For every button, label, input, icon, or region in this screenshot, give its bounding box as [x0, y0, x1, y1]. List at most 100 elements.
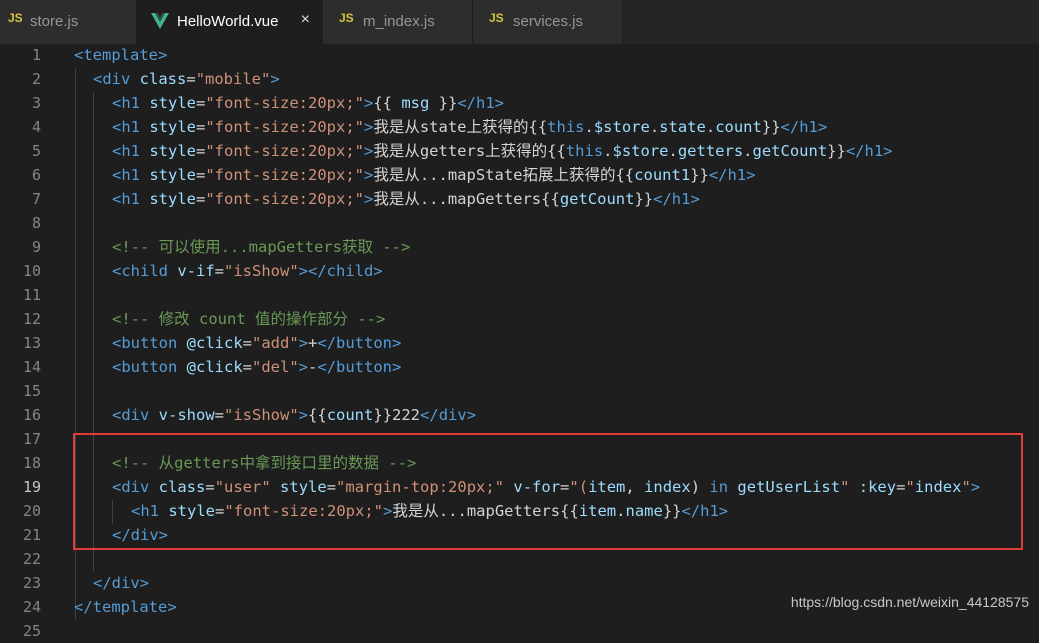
code-token: $store: [593, 118, 650, 136]
code-text: <h1 style="font-size:20px;">我是从getters上获…: [112, 139, 893, 163]
code-token: "isShow": [224, 262, 299, 280]
code-token: }}222: [373, 406, 421, 424]
code-token: "font-size:20px;": [205, 166, 364, 184]
line-number: 2: [31, 70, 41, 88]
code-line[interactable]: 16 <div v-show="isShow">{{count}}222</div…: [0, 403, 1039, 427]
code-token: count: [326, 406, 374, 424]
code-token: </h1>: [457, 94, 504, 112]
code-token: <h1: [112, 190, 150, 208]
code-token: =: [214, 262, 224, 280]
line-number: 3: [31, 94, 41, 112]
code-token: style: [149, 94, 196, 112]
line-number: 4: [31, 118, 41, 136]
code-token: .: [649, 118, 660, 136]
code-token: =: [196, 142, 206, 160]
code-line[interactable]: 15: [0, 379, 1039, 403]
code-token: }}: [690, 166, 709, 184]
line-number: 12: [22, 310, 41, 328]
code-text: </div>: [93, 571, 149, 595]
code-token: >: [298, 358, 309, 376]
code-token: class: [139, 70, 187, 88]
line-number: 20: [22, 502, 41, 520]
code-text: <h1 style="font-size:20px;">我是从state上获得的…: [112, 115, 827, 139]
code-line[interactable]: 14 <button @click="del">-</button>: [0, 355, 1039, 379]
code-token: .: [743, 142, 753, 160]
code-token: +: [308, 334, 318, 352]
code-line[interactable]: 10 <child v-if="isShow"></child>: [0, 259, 1039, 283]
tab-bar: JS store.js HelloWorld.vue × JS m_index.…: [0, 0, 1039, 44]
code-line[interactable]: 13 <button @click="add">+</button>: [0, 331, 1039, 355]
line-number: 8: [31, 214, 41, 232]
code-token: </button>: [317, 358, 402, 376]
code-token: =: [214, 406, 225, 424]
tab-m-index-js[interactable]: JS m_index.js: [323, 0, 473, 44]
code-token: >: [298, 334, 309, 352]
tab-label: services.js: [513, 13, 584, 30]
code-token: >: [298, 406, 309, 424]
line-number: 7: [31, 190, 41, 208]
code-token: <template>: [74, 46, 168, 64]
code-line[interactable]: 1 <template>: [0, 43, 1039, 67]
code-token: 我是从state上获得的{{: [373, 118, 548, 136]
code-token: </h1>: [653, 190, 700, 208]
code-line[interactable]: 7 <h1 style="font-size:20px;">我是从...mapGe…: [0, 187, 1039, 211]
tab-store-js[interactable]: JS store.js: [0, 0, 137, 44]
code-line[interactable]: 22: [0, 547, 1039, 571]
code-token: style: [149, 118, 196, 136]
code-token: getCount: [752, 142, 828, 160]
code-token: </button>: [317, 334, 402, 352]
tab-services-js[interactable]: JS services.js: [473, 0, 623, 44]
code-token: v-show: [158, 406, 215, 424]
line-number: 15: [22, 382, 41, 400]
vue-icon: [151, 13, 169, 29]
tab-helloworld-vue[interactable]: HelloWorld.vue ×: [137, 0, 323, 44]
code-token: </h1>: [780, 118, 828, 136]
code-token: >: [363, 166, 374, 184]
code-token: "del": [252, 358, 299, 376]
code-text: <!-- 可以使用...mapGetters获取 -->: [112, 235, 410, 259]
line-number: 1: [31, 46, 41, 64]
code-token: 我是从...mapGetters{{: [373, 190, 560, 208]
code-token: count: [715, 118, 762, 136]
code-token: {{: [373, 94, 402, 112]
code-token: getters: [677, 142, 744, 160]
line-number: 24: [22, 598, 41, 616]
line-number: 14: [22, 358, 41, 376]
code-line[interactable]: 12 <!-- 修改 count 值的操作部分 -->: [0, 307, 1039, 331]
code-token: =: [242, 334, 252, 352]
code-text: <button @click="add">+</button>: [112, 331, 401, 355]
code-line[interactable]: 9 <!-- 可以使用...mapGetters获取 -->: [0, 235, 1039, 259]
code-token: </h1>: [845, 142, 893, 160]
code-line[interactable]: 8: [0, 211, 1039, 235]
code-token: =: [196, 94, 206, 112]
code-token: <div: [93, 70, 140, 88]
code-token: </div>: [93, 574, 149, 592]
code-token: =: [196, 190, 206, 208]
code-token: =: [196, 166, 206, 184]
code-token: getCount: [559, 190, 635, 208]
code-line[interactable]: 11: [0, 283, 1039, 307]
code-text: <div v-show="isShow">{{count}}222</div>: [112, 403, 476, 427]
code-line[interactable]: 4 <h1 style="font-size:20px;">我是从state上获得…: [0, 115, 1039, 139]
code-line[interactable]: 23 </div>: [0, 571, 1039, 595]
code-token: "font-size:20px;": [205, 94, 364, 112]
code-token: "font-size:20px;": [205, 142, 364, 160]
code-token: .: [705, 118, 716, 136]
code-token: msg: [401, 94, 430, 112]
code-text: <template>: [74, 43, 167, 67]
code-line[interactable]: 5 <h1 style="font-size:20px;">我是从getters上…: [0, 139, 1039, 163]
code-token: }}: [761, 118, 781, 136]
code-line[interactable]: 6 <h1 style="font-size:20px;">我是从...mapSt…: [0, 163, 1039, 187]
code-token: ></child>: [298, 262, 383, 280]
code-token: .: [603, 142, 613, 160]
code-token: <h1: [112, 94, 150, 112]
code-token: "font-size:20px;": [205, 118, 364, 136]
code-line[interactable]: 2 <div class="mobile">: [0, 67, 1039, 91]
close-icon[interactable]: ×: [301, 11, 310, 29]
code-token: <h1: [112, 166, 150, 184]
code-line[interactable]: 3 <h1 style="font-size:20px;">{{ msg }}</…: [0, 91, 1039, 115]
line-number: 19: [22, 478, 41, 496]
code-token: <h1: [112, 118, 150, 136]
code-token: "mobile": [195, 70, 271, 88]
javascript-icon: JS: [8, 11, 23, 25]
